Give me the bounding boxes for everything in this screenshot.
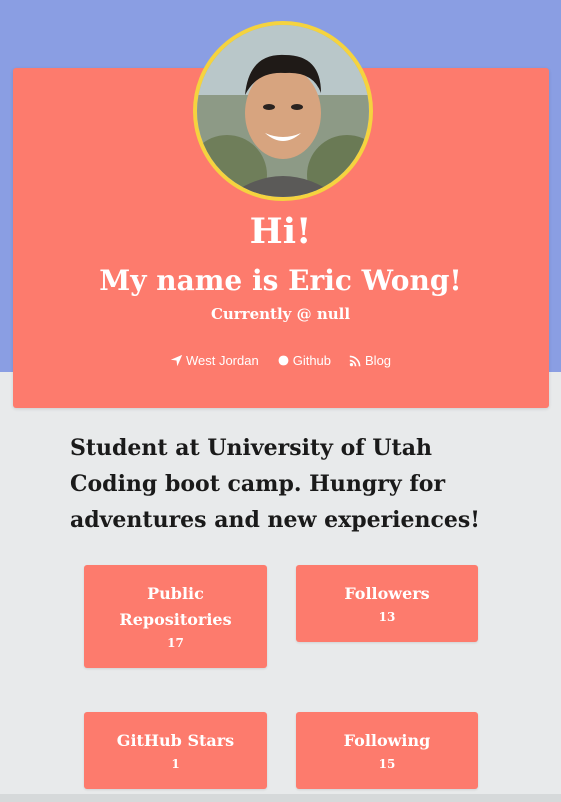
- github-link[interactable]: Github: [277, 353, 331, 368]
- stat-label: Followers: [344, 584, 430, 603]
- github-link-label: Github: [292, 353, 332, 368]
- location-link[interactable]: West Jordan: [170, 353, 259, 368]
- blog-link-label: Blog: [365, 353, 392, 368]
- current-company-status: Currently @ null: [210, 305, 351, 323]
- stat-label: Public Repositories: [119, 584, 232, 629]
- rss-icon: [349, 355, 361, 367]
- stat-value: 17: [167, 636, 184, 650]
- location-link-label: West Jordan: [185, 353, 259, 368]
- profile-links: West Jordan Github Blog: [0, 353, 561, 368]
- blog-link[interactable]: Blog: [349, 353, 391, 368]
- greeting-heading: Hi!: [249, 211, 312, 252]
- stat-card-github-stars: GitHub Stars 1: [84, 712, 267, 789]
- stat-value: 1: [171, 757, 180, 771]
- stat-label: GitHub Stars: [116, 731, 235, 750]
- stat-card-followers: Followers 13: [296, 565, 478, 642]
- github-icon: [278, 355, 289, 366]
- avatar: [193, 21, 373, 201]
- name-heading: My name is Eric Wong!: [99, 264, 462, 297]
- bio-text: Student at University of Utah Coding boo…: [70, 435, 480, 533]
- location-arrow-icon: [170, 354, 183, 367]
- stat-value: 13: [378, 610, 396, 624]
- page-bottom-edge: [0, 794, 561, 802]
- stat-value: 15: [378, 757, 396, 771]
- stat-card-following: Following 15: [296, 712, 478, 789]
- stat-card-public-repositories: Public Repositories 17: [84, 565, 267, 668]
- avatar-photo: [197, 25, 369, 197]
- stat-label: Following: [343, 731, 431, 750]
